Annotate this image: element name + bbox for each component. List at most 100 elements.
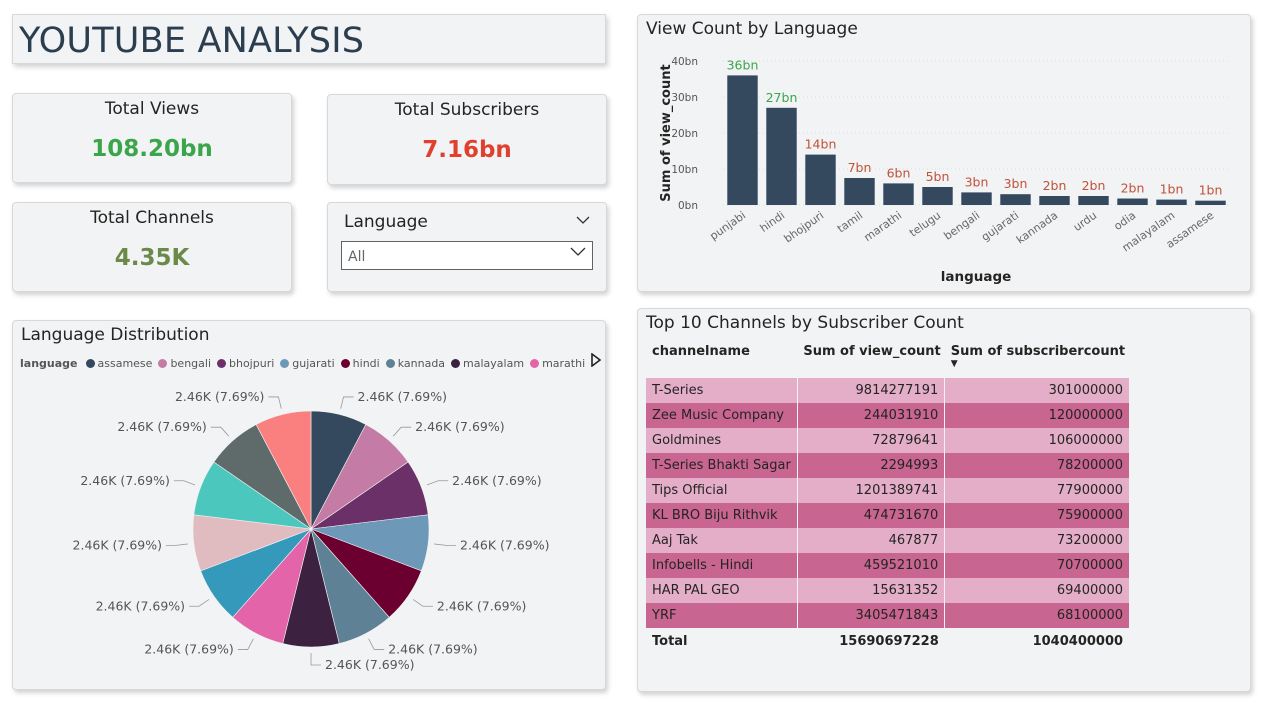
x-tick-label: punjabi bbox=[707, 209, 748, 243]
legend-item[interactable]: assamese bbox=[85, 356, 153, 370]
cell-channelname: T-Series Bhakti Sagar bbox=[646, 453, 798, 478]
table-row[interactable]: KL BRO Biju Rithvik 474731670 75900000 bbox=[646, 503, 1130, 528]
pie-leader-line bbox=[368, 638, 385, 650]
bar[interactable] bbox=[1195, 200, 1226, 205]
table-row[interactable]: HAR PAL GEO 15631352 69400000 bbox=[646, 578, 1130, 603]
bar-data-label: 2bn bbox=[1082, 178, 1106, 193]
cell-view-count: 3405471843 bbox=[797, 603, 946, 628]
bar-chart[interactable]: 0bn 10bn 20bn 30bn 40bnSum of view_countlang… bbox=[638, 15, 1250, 291]
top-channels-card[interactable]: Top 10 Channels by Subscriber Count chan… bbox=[637, 308, 1251, 692]
legend-item[interactable]: marathi bbox=[530, 357, 585, 370]
legend-item-label: kannada bbox=[397, 356, 446, 370]
language-distribution-card[interactable]: Language Distribution language assamese b… bbox=[12, 320, 606, 690]
legend-next-arrow-icon[interactable] bbox=[591, 352, 602, 371]
bar[interactable] bbox=[961, 192, 992, 205]
cell-channelname: KL BRO Biju Rithvik bbox=[646, 503, 798, 528]
legend-item[interactable]: hindi bbox=[340, 357, 380, 370]
col-header-subscribercount-label: Sum of subscribercount bbox=[950, 344, 1126, 359]
slicer-label: Language bbox=[344, 212, 428, 232]
bar[interactable] bbox=[766, 107, 797, 205]
bar[interactable] bbox=[1039, 196, 1070, 205]
pie-data-label: 2.46K (7.69%) bbox=[117, 419, 206, 434]
bar[interactable] bbox=[1117, 198, 1148, 205]
total-subscribers-card[interactable]: Total Subscribers 7.16bn bbox=[327, 94, 607, 185]
bar[interactable] bbox=[883, 183, 914, 205]
language-dropdown[interactable]: All bbox=[341, 241, 593, 270]
pie-leader-line bbox=[237, 638, 254, 650]
table-row[interactable]: T-Series 9814277191 301000000 bbox=[646, 378, 1130, 403]
bar-data-label: 36bn bbox=[727, 57, 759, 72]
bar-data-label: 6bn bbox=[887, 165, 911, 180]
cell-view-count: 244031910 bbox=[797, 403, 946, 428]
legend-color-dot bbox=[340, 358, 350, 368]
pie-chart-title: Language Distribution bbox=[21, 325, 210, 345]
total-subscribercount: 1040400000 bbox=[1032, 633, 1124, 649]
legend-item[interactable]: kannada bbox=[385, 356, 446, 370]
bar-data-label: 27bn bbox=[766, 90, 798, 105]
table-row[interactable]: YRF 3405471843 68100000 bbox=[646, 603, 1130, 628]
legend-item[interactable]: malayalam bbox=[451, 357, 524, 370]
legend-item-label: assamese bbox=[97, 356, 153, 370]
dropdown-arrow-icon[interactable] bbox=[570, 246, 586, 261]
pie-data-label: 2.46K (7.69%) bbox=[96, 598, 185, 613]
legend-item-label: bengali bbox=[170, 356, 211, 370]
bar[interactable] bbox=[1000, 194, 1031, 205]
col-header-channelname[interactable]: channelname bbox=[646, 342, 797, 372]
cell-channelname: HAR PAL GEO bbox=[646, 578, 798, 603]
pie-leader-line bbox=[426, 480, 449, 486]
x-tick-label: kannada bbox=[1014, 209, 1060, 247]
language-dropdown-value: All bbox=[348, 249, 366, 265]
cell-channelname: Tips Official bbox=[646, 478, 798, 503]
bar[interactable] bbox=[1078, 196, 1109, 205]
bar[interactable] bbox=[922, 187, 953, 205]
legend-title: language bbox=[20, 356, 78, 370]
table-row[interactable]: Tips Official 1201389741 77900000 bbox=[646, 478, 1130, 503]
channels-table[interactable]: channelname Sum of view_count Sum of sub… bbox=[646, 342, 1130, 654]
col-header-view-count[interactable]: Sum of view_count bbox=[797, 342, 944, 372]
bar-data-label: 2bn bbox=[1043, 178, 1067, 193]
pie-chart[interactable]: 2.46K (7.69%) 2.46K (7.69%) 2.46K (7.69%) 2… bbox=[13, 379, 605, 689]
table-row[interactable]: T-Series Bhakti Sagar 2294993 78200000 bbox=[646, 453, 1130, 478]
table-row[interactable]: Zee Music Company 244031910 120000000 bbox=[646, 403, 1130, 428]
legend-color-dot bbox=[280, 358, 290, 368]
cell-channelname: Zee Music Company bbox=[646, 403, 798, 428]
pie-leader-line bbox=[189, 599, 210, 607]
pie-data-label: 2.46K (7.69%) bbox=[388, 641, 477, 656]
table-row[interactable]: Goldmines 72879641 106000000 bbox=[646, 428, 1130, 453]
legend-color-dot bbox=[530, 358, 540, 368]
y-tick-label: 20bn bbox=[671, 128, 698, 140]
table-row[interactable]: Infobells - Hindi 459521010 70700000 bbox=[646, 553, 1130, 578]
bar-data-label: 7bn bbox=[848, 160, 872, 175]
bar[interactable] bbox=[805, 154, 836, 205]
legend-item-label: gujarati bbox=[292, 356, 335, 370]
bar[interactable] bbox=[727, 75, 758, 206]
cell-subscribercount: 68100000 bbox=[944, 603, 1130, 628]
bar-data-label: 3bn bbox=[965, 174, 989, 189]
bar[interactable] bbox=[1156, 199, 1187, 205]
y-axis-label: Sum of view_count bbox=[659, 64, 674, 201]
pie-legend: language assamese bengali bhojpuri gujarati… bbox=[20, 354, 591, 372]
pie-data-label: 2.46K (7.69%) bbox=[73, 537, 162, 552]
legend-item[interactable]: bhojpuri bbox=[217, 357, 274, 370]
table-row[interactable]: Aaj Tak 467877 73200000 bbox=[646, 528, 1130, 553]
legend-item[interactable]: bengali bbox=[158, 357, 211, 370]
bar[interactable] bbox=[844, 178, 875, 205]
legend-color-dot bbox=[385, 358, 395, 368]
total-view-count: 15690697228 bbox=[839, 633, 939, 649]
col-header-subscribercount[interactable]: Sum of subscribercount ▼ bbox=[945, 342, 1129, 372]
page-title: YOUTUBE ANALYSIS bbox=[19, 21, 365, 61]
total-label: Total bbox=[652, 633, 688, 649]
chevron-down-icon[interactable] bbox=[576, 213, 590, 229]
sort-descending-icon[interactable]: ▼ bbox=[951, 360, 1125, 369]
cell-channelname: Infobells - Hindi bbox=[646, 553, 798, 578]
total-views-card[interactable]: Total Views 108.20bn bbox=[12, 93, 292, 183]
view-count-by-language-card[interactable]: View Count by Language 0bn 10bn 20bn 30bn 40… bbox=[637, 14, 1251, 292]
pie-leader-line bbox=[173, 480, 196, 486]
legend-item[interactable]: gujarati bbox=[280, 356, 335, 370]
total-views-label: Total Views bbox=[104, 99, 200, 119]
cell-subscribercount: 78200000 bbox=[944, 453, 1130, 478]
cell-view-count: 467877 bbox=[797, 528, 946, 553]
language-slicer[interactable]: Language All bbox=[327, 202, 607, 292]
total-channels-card[interactable]: Total Channels 4.35K bbox=[12, 202, 292, 292]
legend-item-label: marathi bbox=[542, 356, 586, 370]
